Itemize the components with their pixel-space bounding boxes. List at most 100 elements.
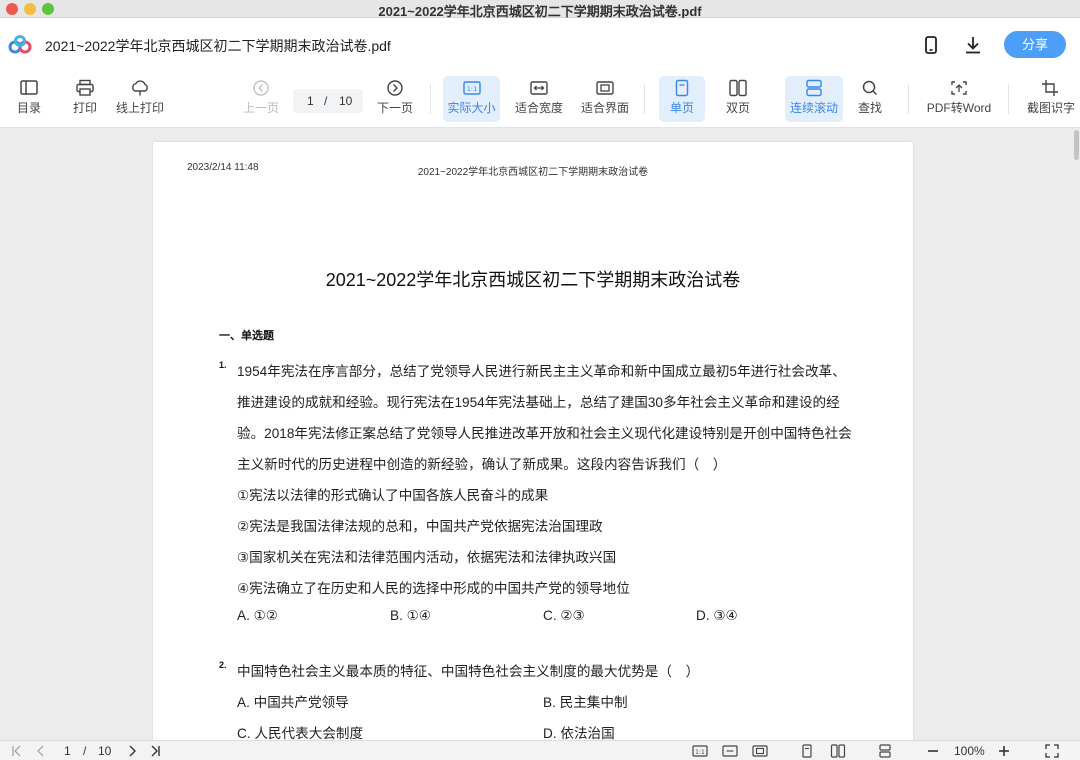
continuous-scroll-label: 连续滚动: [789, 101, 838, 115]
page-total: 10: [339, 94, 353, 108]
document-title: 2021~2022学年北京西城区初二下学期期末政治试卷.pdf: [45, 38, 391, 54]
single-page-button[interactable]: 单页: [659, 76, 705, 122]
double-page-button[interactable]: 双页: [716, 76, 760, 122]
actual-size-icon[interactable]: 1:1: [692, 744, 708, 758]
fit-width-button[interactable]: 适合宽度: [512, 76, 566, 122]
statement-item: ②宪法是我国法律法规的总和，中国共产党依据宪法治国理政: [237, 519, 603, 534]
fit-screen-icon[interactable]: [752, 744, 768, 758]
next-page-label: 下一页: [376, 101, 413, 115]
download-icon[interactable]: [962, 34, 984, 56]
toolbar-divider: [908, 84, 909, 114]
online-print-button[interactable]: 线上打印: [112, 76, 168, 122]
status-page-current: 1: [64, 744, 71, 758]
statement-item: ①宪法以法律的形式确认了中国各族人民奋斗的成果: [237, 488, 549, 503]
fit-width-icon[interactable]: [722, 744, 738, 758]
page-running-header: 2021~2022学年北京西城区初二下学期期末政治试卷: [417, 167, 649, 178]
answer-option: D. 依法治国: [543, 726, 615, 740]
chevron-left-icon: [253, 80, 269, 96]
window-titlebar: 2021~2022学年北京西城区初二下学期期末政治试卷.pdf: [0, 0, 1080, 19]
find-label: 查找: [857, 101, 882, 115]
question-text-line: 验。2018年宪法修正案总结了党领导人民推进改革开放和社会主义现代化建设特别是开…: [237, 426, 852, 441]
pdf-to-word-label: PDF转Word: [926, 101, 992, 115]
status-page-separator: /: [83, 744, 87, 758]
toolbar-divider: [644, 84, 645, 114]
answer-option: B. 民主集中制: [543, 695, 628, 710]
answer-option: C. ②③: [543, 608, 585, 623]
app-logo-icon: [8, 35, 32, 54]
first-page-icon[interactable]: [10, 744, 24, 758]
statement-item: ③国家机关在宪法和法律范围内活动，依据宪法和法律执政兴国: [237, 550, 617, 565]
prev-page-label: 上一页: [242, 101, 279, 115]
chevron-right-icon: [387, 80, 403, 96]
double-page-icon: [729, 79, 747, 97]
toolbar-divider: [430, 84, 431, 114]
actual-size-icon: 1:1: [462, 81, 481, 95]
share-button[interactable]: 分享: [1004, 31, 1066, 58]
exam-title: 2021~2022学年北京西城区初二下学期期末政治试卷: [325, 270, 741, 290]
fit-screen-label: 适合界面: [580, 101, 629, 115]
next-page-icon[interactable]: [125, 744, 139, 758]
fullscreen-icon[interactable]: [1045, 744, 1059, 758]
fit-screen-icon: [596, 81, 614, 95]
question-text-line: 1954年宪法在序言部分，总结了党领导人民进行新民主主义革命和新中国成立最初5年…: [237, 364, 846, 379]
zoom-out-icon[interactable]: [926, 744, 940, 758]
toc-label: 目录: [16, 101, 41, 115]
actual-size-button[interactable]: 1:1 实际大小: [443, 76, 500, 122]
fit-screen-button[interactable]: 适合界面: [578, 76, 632, 122]
double-page-label: 双页: [725, 101, 750, 115]
question-number: 2.: [219, 660, 227, 670]
question-text-line: 推进建设的成就和经验。现行宪法在1954年宪法基础上，总结了建国30多年社会主义…: [237, 395, 840, 410]
screenshot-ocr-label: 截图识字: [1026, 101, 1075, 115]
single-page-label: 单页: [669, 101, 694, 115]
single-page-icon[interactable]: [800, 744, 814, 758]
zoom-in-icon[interactable]: [997, 744, 1011, 758]
zoom-level: 100%: [954, 744, 985, 758]
toolbar: 目录 打印 线上打印 上一页 1 / 10 下一页 1:1 实际大小 适合宽度 …: [0, 70, 1080, 128]
app-header: 2021~2022学年北京西城区初二下学期期末政治试卷.pdf 分享: [0, 18, 1080, 70]
toc-icon: [20, 80, 38, 95]
prev-page-button[interactable]: 上一页: [238, 76, 284, 122]
answer-option: A. ①②: [237, 608, 278, 623]
fit-width-label: 适合宽度: [514, 101, 563, 115]
crop-icon: [1042, 80, 1058, 96]
print-label: 打印: [72, 101, 97, 115]
page-current: 1: [307, 94, 314, 108]
section-heading: 一、单选题: [219, 330, 274, 342]
question-text-line: 主义新时代的历史进程中创造的新经验，确认了新成果。这段内容告诉我们（ ）: [237, 457, 727, 472]
question-number: 1.: [219, 360, 227, 370]
question-text-line: 中国特色社会主义最本质的特征、中国特色社会主义制度的最大优势是（ ）: [237, 664, 700, 679]
pdf-to-word-button[interactable]: PDF转Word: [922, 76, 996, 122]
continuous-scroll-icon: [806, 79, 822, 97]
online-print-label: 线上打印: [115, 101, 164, 115]
svg-text:1:1: 1:1: [695, 749, 705, 756]
cloud-print-icon: [132, 80, 148, 96]
last-page-icon[interactable]: [148, 744, 162, 758]
page-separator: /: [324, 94, 328, 108]
print-button[interactable]: 打印: [64, 76, 106, 122]
page-number-field[interactable]: 1 / 10: [293, 89, 363, 113]
toc-button[interactable]: 目录: [8, 76, 50, 122]
vertical-scrollbar[interactable]: [1074, 130, 1079, 160]
status-page-total: 10: [98, 744, 112, 758]
actual-size-label: 实际大小: [447, 101, 496, 115]
fit-width-icon: [530, 81, 548, 95]
printer-icon: [76, 79, 94, 96]
prev-page-icon[interactable]: [34, 744, 48, 758]
continuous-scroll-button[interactable]: 连续滚动: [785, 76, 843, 122]
double-page-icon[interactable]: [830, 744, 846, 758]
screenshot-ocr-button[interactable]: 截图识字: [1024, 76, 1078, 122]
single-page-icon: [675, 79, 689, 97]
find-button[interactable]: 查找: [850, 76, 890, 122]
statement-item: ④宪法确立了在历史和人民的选择中形成的中国共产党的领导地位: [237, 581, 630, 596]
continuous-scroll-icon[interactable]: [878, 744, 892, 758]
document-viewport[interactable]: 2023/2/14 11:48 2021~2022学年北京西城区初二下学期期末政…: [0, 128, 1080, 740]
search-icon: [862, 80, 878, 96]
toolbar-divider: [1008, 84, 1009, 114]
answer-option: C. 人民代表大会制度: [237, 726, 364, 740]
convert-icon: [951, 81, 967, 95]
svg-text:1:1: 1:1: [466, 85, 476, 93]
answer-option: D. ③④: [696, 608, 738, 623]
answer-option: A. 中国共产党领导: [237, 695, 349, 710]
mobile-icon[interactable]: [920, 34, 942, 56]
next-page-button[interactable]: 下一页: [372, 76, 418, 122]
